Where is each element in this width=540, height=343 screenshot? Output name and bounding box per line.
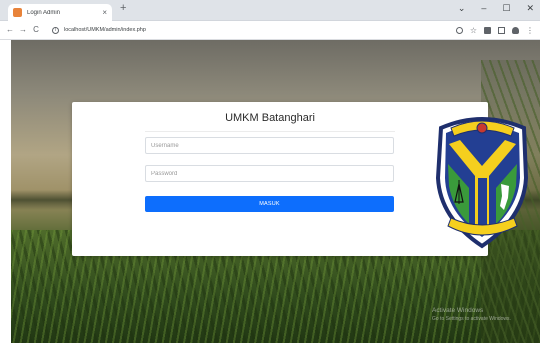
tab-title: Login Admin [27,9,61,16]
menu-icon[interactable]: ⋮ [526,26,534,34]
tab-close-icon[interactable]: × [102,8,107,17]
watermark-subtitle: Go to Settings to activate Windows. [432,316,511,322]
password-input[interactable] [145,165,394,182]
browser-tab-strip: Login Admin × + ⌄ – ☐ ✕ [0,0,540,21]
address-bar[interactable]: i localhost/UMKM/admin/index.php [48,24,456,37]
url-text: localhost/UMKM/admin/index.php [64,27,146,33]
login-card: UMKM Batanghari MASUK [72,102,529,256]
watermark-title: Activate Windows [432,307,484,314]
crest-emblem [435,117,529,249]
browser-toolbar: ← → C i localhost/UMKM/admin/index.php ☆… [0,21,540,40]
batanghari-crest-logo [431,106,534,251]
reload-button[interactable]: C [30,26,42,34]
extensions-icon[interactable] [484,26,491,34]
username-input[interactable] [145,137,394,154]
title-divider [145,131,395,132]
tab-search-icon[interactable]: ⌄ [458,4,466,13]
favicon-icon [13,8,22,17]
back-button[interactable]: ← [4,26,16,34]
windows-activation-watermark: Activate Windows Go to Settings to activ… [432,307,537,322]
navigation-buttons: ← → C [4,26,42,34]
forward-button[interactable]: → [17,26,29,34]
login-button[interactable]: MASUK [145,196,394,212]
close-window-button[interactable]: ✕ [526,4,534,13]
profile-icon[interactable] [512,26,519,34]
page-title: UMKM Batanghari [225,112,315,124]
page-viewport: UMKM Batanghari MASUK [11,40,540,343]
sidebar-icon[interactable] [498,26,505,34]
browser-tab[interactable]: Login Admin × [8,4,112,21]
new-tab-button[interactable]: + [120,3,126,14]
maximize-button[interactable]: ☐ [502,4,510,13]
toolbar-icons: ☆ ⋮ [455,26,534,34]
zoom-icon[interactable] [455,26,463,34]
minimize-button[interactable]: – [481,4,486,13]
site-info-icon[interactable]: i [52,26,59,34]
bookmark-star-icon[interactable]: ☆ [470,26,477,34]
window-controls: ⌄ – ☐ ✕ [458,4,534,13]
